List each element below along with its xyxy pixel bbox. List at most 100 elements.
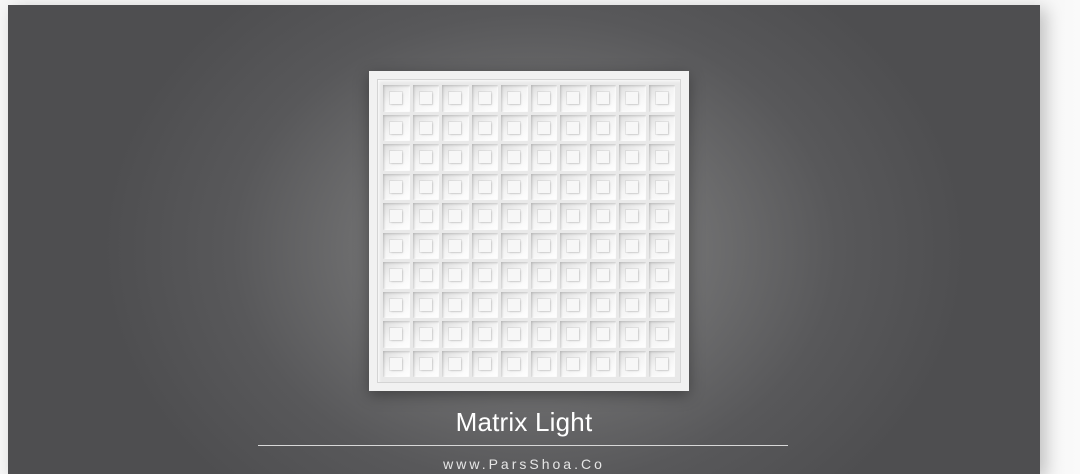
- panel-cell: [412, 144, 439, 171]
- panel-cell: [560, 350, 587, 377]
- panel-cell: [530, 85, 557, 112]
- panel-cell: [530, 350, 557, 377]
- panel-cell: [648, 173, 675, 200]
- panel-cell: [442, 262, 469, 289]
- panel-cell: [501, 232, 528, 259]
- panel-cell: [648, 114, 675, 141]
- panel-cell: [619, 262, 646, 289]
- panel-cell: [560, 262, 587, 289]
- panel-cell: [501, 173, 528, 200]
- panel-cell: [442, 85, 469, 112]
- panel-cell: [442, 350, 469, 377]
- panel-cell: [501, 350, 528, 377]
- panel-cell: [648, 350, 675, 377]
- panel-cell: [471, 173, 498, 200]
- panel-cell: [560, 173, 587, 200]
- panel-cell: [442, 114, 469, 141]
- panel-cell: [619, 291, 646, 318]
- panel-cell: [619, 203, 646, 230]
- product-banner: Matrix Light www.ParsShoa.Co: [8, 5, 1040, 474]
- panel-cell: [412, 114, 439, 141]
- panel-cell: [412, 85, 439, 112]
- panel-cell: [619, 350, 646, 377]
- panel-cell: [648, 291, 675, 318]
- panel-cell: [530, 321, 557, 348]
- panel-cell: [589, 321, 616, 348]
- panel-cell: [589, 291, 616, 318]
- panel-cell: [589, 144, 616, 171]
- panel-cell: [501, 144, 528, 171]
- panel-cell: [619, 232, 646, 259]
- panel-cell: [530, 291, 557, 318]
- panel-cell: [471, 114, 498, 141]
- panel-cell: [383, 144, 410, 171]
- page: Matrix Light www.ParsShoa.Co: [0, 0, 1080, 474]
- panel-cell: [471, 262, 498, 289]
- panel-cell: [648, 144, 675, 171]
- panel-cell: [589, 114, 616, 141]
- panel-cell: [530, 232, 557, 259]
- panel-cell: [471, 232, 498, 259]
- panel-grid: [383, 85, 675, 377]
- panel-cell: [471, 144, 498, 171]
- panel-cell: [412, 203, 439, 230]
- panel-cell: [442, 203, 469, 230]
- panel-cell: [501, 203, 528, 230]
- panel-cell: [589, 85, 616, 112]
- panel-cell: [501, 114, 528, 141]
- panel-cell: [442, 173, 469, 200]
- panel-cell: [560, 203, 587, 230]
- website-url: www.ParsShoa.Co: [443, 456, 605, 472]
- panel-cell: [619, 114, 646, 141]
- panel-cell: [412, 232, 439, 259]
- panel-cell: [589, 232, 616, 259]
- panel-cell: [648, 85, 675, 112]
- panel-cell: [589, 262, 616, 289]
- panel-cell: [471, 85, 498, 112]
- panel-cell: [530, 262, 557, 289]
- panel-cell: [471, 350, 498, 377]
- panel-cell: [471, 203, 498, 230]
- panel-cell: [619, 173, 646, 200]
- panel-cell: [471, 321, 498, 348]
- panel-cell: [589, 203, 616, 230]
- panel-cell: [412, 173, 439, 200]
- panel-cell: [648, 321, 675, 348]
- panel-cell: [383, 85, 410, 112]
- panel-cell: [501, 85, 528, 112]
- panel-cell: [589, 173, 616, 200]
- panel-cell: [442, 232, 469, 259]
- panel-cell: [442, 144, 469, 171]
- panel-cell: [560, 114, 587, 141]
- panel-frame: [377, 79, 681, 383]
- panel-cell: [560, 85, 587, 112]
- panel-cell: [471, 291, 498, 318]
- product-title: Matrix Light: [455, 407, 593, 437]
- panel-cell: [648, 203, 675, 230]
- panel-cell: [383, 114, 410, 141]
- panel-cell: [619, 321, 646, 348]
- panel-cell: [383, 321, 410, 348]
- panel-cell: [560, 291, 587, 318]
- panel-cell: [412, 350, 439, 377]
- panel-cell: [501, 321, 528, 348]
- panel-cell: [383, 203, 410, 230]
- panel-cell: [501, 291, 528, 318]
- panel-cell: [412, 262, 439, 289]
- panel-cell: [412, 291, 439, 318]
- panel-cell: [589, 350, 616, 377]
- panel-cell: [383, 350, 410, 377]
- panel-cell: [383, 291, 410, 318]
- panel-cell: [530, 114, 557, 141]
- panel-cell: [560, 232, 587, 259]
- panel-cell: [619, 85, 646, 112]
- panel-cell: [530, 144, 557, 171]
- panel-cell: [412, 321, 439, 348]
- divider-line: [258, 445, 788, 446]
- panel-cell: [619, 144, 646, 171]
- panel-cell: [442, 321, 469, 348]
- panel-cell: [530, 203, 557, 230]
- panel-cell: [560, 144, 587, 171]
- panel-cell: [383, 232, 410, 259]
- panel-cell: [530, 173, 557, 200]
